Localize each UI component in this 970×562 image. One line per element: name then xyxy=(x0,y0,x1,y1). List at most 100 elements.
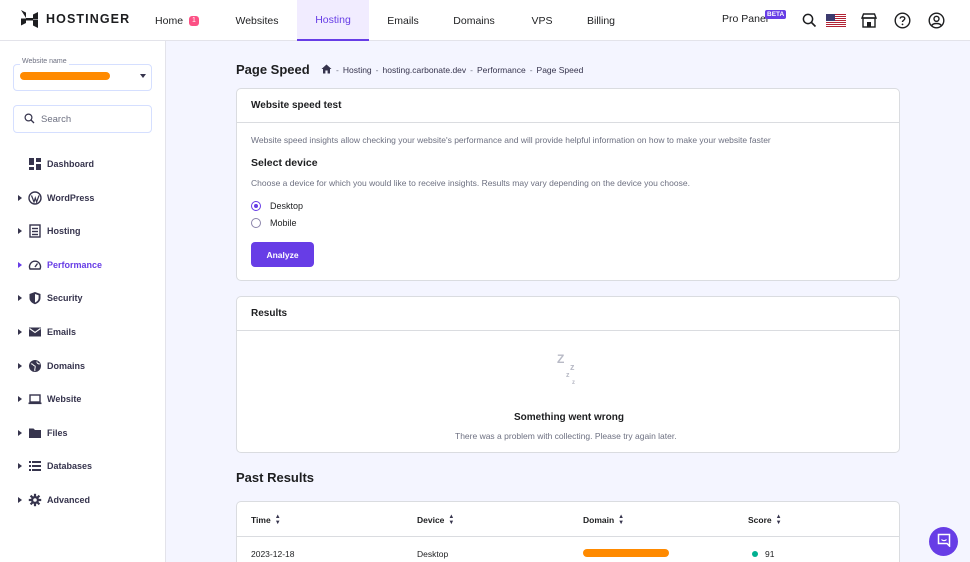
chevron-down-icon xyxy=(140,74,146,78)
envelope-icon xyxy=(28,325,42,339)
caret-right-icon xyxy=(18,363,22,369)
page-title: Page Speed xyxy=(236,62,310,77)
column-header-device[interactable]: Device ▲ ▼ xyxy=(417,514,454,526)
nav-websites[interactable]: Websites xyxy=(217,0,297,41)
search-icon[interactable] xyxy=(800,11,818,29)
redacted-website-name xyxy=(20,72,110,80)
analyze-button[interactable]: Analyze xyxy=(251,242,314,267)
nav-vps[interactable]: VPS xyxy=(511,0,573,41)
nav-websites-label: Websites xyxy=(235,14,279,27)
sidebar-item-website[interactable]: Website xyxy=(0,388,166,410)
store-icon[interactable] xyxy=(860,11,878,29)
pro-panel-link[interactable]: Pro Panel xyxy=(722,13,768,25)
database-icon xyxy=(28,459,42,473)
sidebar-item-label: Domains xyxy=(47,361,86,371)
sidebar-item-databases[interactable]: Databases xyxy=(0,455,166,477)
select-device-title: Select device xyxy=(251,157,318,169)
sidebar-item-dashboard[interactable]: Dashboard xyxy=(0,153,166,175)
table-header-row xyxy=(237,502,899,537)
notification-badge: 1 xyxy=(189,15,199,26)
caret-right-icon xyxy=(18,228,22,234)
hostinger-logo[interactable]: HOSTINGER xyxy=(21,10,130,28)
breadcrumb-separator: - xyxy=(336,65,339,75)
sidebar-item-advanced[interactable]: Advanced xyxy=(0,489,166,511)
breadcrumb-separator: - xyxy=(470,65,474,75)
caret-right-icon xyxy=(18,195,22,201)
breadcrumb: - Hosting - hosting.carbonate.dev - Perf… xyxy=(321,64,583,76)
sidebar-item-label: Emails xyxy=(47,327,77,337)
beta-badge: BETA xyxy=(765,10,787,19)
nav-emails-label: Emails xyxy=(387,14,419,27)
breadcrumb-separator: - xyxy=(529,65,533,75)
sidebar-item-label: Security xyxy=(47,293,83,303)
chat-button[interactable] xyxy=(929,527,958,556)
sidebar-item-performance[interactable]: Performance xyxy=(0,254,166,276)
speedometer-icon xyxy=(28,258,42,272)
sidebar-item-label: Databases xyxy=(47,461,93,471)
sort-icon: ▲ ▼ xyxy=(618,514,625,526)
caret-right-icon xyxy=(18,463,22,469)
us-flag-icon[interactable] xyxy=(825,11,846,29)
cell-score: 91 xyxy=(765,549,775,559)
desktop-radio[interactable] xyxy=(251,201,261,211)
sidebar-item-label: Files xyxy=(47,428,68,438)
hosting-icon xyxy=(28,224,42,238)
nav-hosting-label: Hosting xyxy=(315,13,351,26)
sidebar-item-domains[interactable]: Domains xyxy=(0,355,166,377)
nav-home-label: Home xyxy=(155,14,184,27)
desktop-radio-label[interactable]: Desktop xyxy=(270,201,303,211)
select-device-description: Choose a device for which you would like… xyxy=(251,178,690,188)
results-card-title: Results xyxy=(237,297,899,331)
sidebar-item-wordpress[interactable]: WordPress xyxy=(0,187,166,209)
sidebar-item-emails[interactable]: Emails xyxy=(0,321,166,343)
nav-hosting[interactable]: Hosting xyxy=(297,0,369,41)
sidebar-item-hosting[interactable]: Hosting xyxy=(0,220,166,242)
sidebar-item-label: Hosting xyxy=(47,226,81,236)
wordpress-icon xyxy=(28,191,42,205)
nav-emails[interactable]: Emails xyxy=(369,0,437,41)
cell-device: Desktop xyxy=(417,549,449,559)
breadcrumb-separator: - xyxy=(375,65,379,75)
top-navigation-bar: HOSTINGER Home 1 Websites Hosting Emails… xyxy=(0,0,970,41)
account-icon[interactable] xyxy=(927,11,945,29)
help-icon[interactable] xyxy=(893,11,911,29)
sidebar-item-label: Website xyxy=(47,394,82,404)
globe-icon xyxy=(28,359,42,373)
column-header-score[interactable]: Score ▲ ▼ xyxy=(748,514,782,526)
speed-test-card-title: Website speed test xyxy=(237,89,899,123)
hostinger-logo-icon xyxy=(21,10,38,28)
laptop-icon xyxy=(28,392,42,406)
chat-icon xyxy=(937,533,951,550)
home-icon[interactable] xyxy=(321,64,332,76)
mobile-radio[interactable] xyxy=(251,218,261,228)
caret-right-icon xyxy=(18,329,22,335)
nav-billing[interactable]: Billing xyxy=(573,0,629,41)
breadcrumb-domain[interactable]: hosting.carbonate.dev xyxy=(383,65,467,75)
sidebar-item-files[interactable]: Files xyxy=(0,422,166,444)
nav-home[interactable]: Home 1 xyxy=(137,0,217,41)
column-header-label: Device xyxy=(417,515,445,525)
caret-right-icon xyxy=(18,295,22,301)
breadcrumb-performance[interactable]: Performance xyxy=(477,65,526,75)
dashboard-icon xyxy=(28,157,42,171)
caret-right-icon xyxy=(18,396,22,402)
cell-time: 2023-12-18 xyxy=(251,549,295,559)
sidebar-item-security[interactable]: Security xyxy=(0,287,166,309)
column-header-label: Domain xyxy=(583,515,615,525)
breadcrumb-hosting[interactable]: Hosting xyxy=(343,65,372,75)
folder-icon xyxy=(28,426,42,440)
column-header-label: Score xyxy=(748,515,772,525)
caret-right-icon xyxy=(18,430,22,436)
sidebar-search-placeholder: Search xyxy=(41,114,72,125)
nav-billing-label: Billing xyxy=(586,14,615,27)
caret-right-icon xyxy=(18,497,22,503)
error-title: Something went wrong xyxy=(514,412,624,423)
gear-icon xyxy=(28,493,42,507)
score-status-dot xyxy=(752,551,758,557)
mobile-radio-label[interactable]: Mobile xyxy=(270,218,297,228)
error-description: There was a problem with collecting. Ple… xyxy=(455,431,677,441)
nav-domains[interactable]: Domains xyxy=(437,0,511,41)
column-header-time[interactable]: Time ▲ ▼ xyxy=(251,514,281,526)
column-header-domain[interactable]: Domain ▲ ▼ xyxy=(583,514,624,526)
redacted-domain xyxy=(583,549,669,557)
